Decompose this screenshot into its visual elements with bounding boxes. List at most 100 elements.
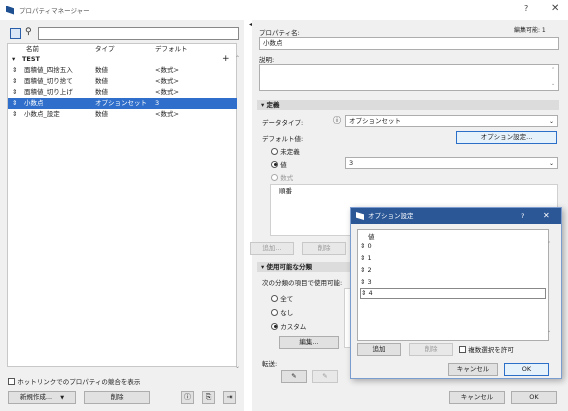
export-icon[interactable]: ⇥ [223,391,236,404]
scroll-down-icon[interactable]: ⌄ [547,328,551,334]
multi-select-checkbox[interactable]: 複数選択を許可 [459,344,514,354]
row-default: <数式> [155,66,179,74]
dialog-ok-button[interactable]: OK [504,363,549,376]
radio-circle[interactable] [271,308,278,316]
cancel-button[interactable]: キャンセル [449,391,505,404]
table-row[interactable]: ⇕ 面積値_切り捨て 数値 <数式> [8,76,237,87]
dialog-delete-button[interactable]: 削除 [409,343,453,356]
dropdown-arrow-icon[interactable]: ▼ [60,395,64,401]
row-type: 数値 [95,110,108,118]
scroll-down-icon[interactable]: ⌄ [551,81,555,87]
option-value-list[interactable]: 値 ⇕ 0 ⇕ 1 ⇕ 2 ⇕ 3 ⇕ 4 [357,229,549,341]
description-textarea[interactable] [259,64,559,91]
available-description: 次の分類の項目で使用可能: [262,279,343,287]
row-type: 数値 [95,88,108,96]
scroll-up-icon[interactable]: ⌃ [235,55,240,62]
radio-formula-label: 数式 [280,174,294,182]
collapse-icon[interactable]: ▾ [12,54,15,65]
scroll-down-icon[interactable]: ⌄ [235,363,240,370]
search-icon[interactable]: ⚲ [25,27,32,37]
group-row[interactable]: ▾ TEST + [8,54,237,65]
new-button-label: 新規作成... [19,393,53,401]
hotlink-conflict-checkbox[interactable]: ホットリンクでのプロパティの競合を表示 [8,376,140,386]
list-item[interactable]: ⇕ 2 [360,265,546,275]
info-icon[interactable]: ⓘ [333,115,341,126]
checkbox-box[interactable] [8,377,15,385]
chevron-down-icon[interactable]: ⌄ [549,116,554,127]
info-icon[interactable]: ⓘ [181,391,194,404]
help-button[interactable]: ? [524,4,528,13]
list-item-editing[interactable]: ⇕ 4 [360,288,546,299]
option-settings-label: オプション設定... [480,133,533,141]
row-default: <数式> [155,110,179,118]
column-header-default[interactable]: デフォルト [155,44,188,54]
transfer-pick-icon[interactable]: ✎ [281,370,307,383]
hotlink-conflict-label: ホットリンクでのプロパティの競合を表示 [17,378,141,386]
drag-handle-icon[interactable]: ⇕ [12,109,17,120]
app-icon [6,5,14,15]
property-name-input[interactable]: 小数点 [259,37,559,50]
datatype-select[interactable]: オプションセット ⌄ [345,115,558,127]
row-default: <数式> [155,88,179,96]
property-list[interactable]: 名前 タイプ デフォルト ▾ TEST + ⇕ 面積値_四捨五入 数値 <数式>… [7,43,237,367]
dialog-title: オプション設定 [368,212,414,220]
close-icon[interactable]: ✕ [551,3,559,14]
delete-option-button[interactable]: 削除 [302,242,346,255]
radio-value[interactable]: 値 [271,159,287,169]
dialog-cancel-button[interactable]: キャンセル [448,363,498,376]
chevron-down-icon[interactable]: ⌄ [549,158,554,169]
delete-property-button[interactable]: 削除 [84,391,150,404]
search-input[interactable] [38,27,239,40]
list-item[interactable]: ⇕ 0 [360,241,546,251]
dialog-help-button[interactable]: ? [521,208,524,224]
option-value: 0 [367,242,372,250]
radio-circle[interactable] [271,322,278,330]
ok-button[interactable]: OK [511,391,557,404]
import-icon[interactable]: ⎘ [202,391,215,404]
table-row[interactable]: ⇕ 面積値_四捨五入 数値 <数式> [8,65,237,76]
table-row[interactable]: ⇕ 小数点_設定 数値 <数式> [8,109,237,120]
drag-handle-icon[interactable]: ⇕ [12,76,17,87]
dialog-add-label: 追加 [372,345,386,353]
scroll-up-icon[interactable]: ⌃ [551,67,555,73]
drag-handle-icon[interactable]: ⇕ [12,98,17,109]
dialog-close-icon[interactable]: ✕ [543,208,550,224]
row-type: 数値 [95,66,108,74]
transfer-inject-icon[interactable]: ✎ [312,370,338,383]
radio-all[interactable]: 全て [271,293,293,303]
checkbox-box[interactable] [459,345,466,353]
edit-status: 編集可能: 1 [514,27,546,34]
table-row[interactable]: ⇕ 面積値_切り上げ 数値 <数式> [8,87,237,98]
row-name: 面積値_切り上げ [24,88,73,96]
row-default: 3 [155,99,160,107]
radio-none[interactable]: なし [271,307,293,317]
add-option-button[interactable]: 追加... [250,242,294,255]
radio-circle[interactable] [271,294,278,302]
table-row-selected[interactable]: ⇕ 小数点 オプションセット 3 [8,98,237,109]
option-settings-button[interactable]: オプション設定... [456,131,557,144]
radio-circle[interactable] [271,160,278,168]
dialog-add-button[interactable]: 追加 [357,343,401,356]
radio-formula[interactable]: 数式 [271,172,293,182]
radio-custom[interactable]: カスタム [271,321,306,331]
radio-undefined[interactable]: 未定義 [271,146,300,156]
scroll-up-icon[interactable]: ⌃ [547,241,551,247]
drag-handle-icon[interactable]: ⇕ [12,87,17,98]
definition-section-header[interactable]: ▾ 定義 [257,100,559,110]
column-header-type[interactable]: タイプ [95,44,115,54]
drag-handle-icon[interactable]: ⇕ [12,65,17,76]
tree-view-icon[interactable] [10,28,21,39]
default-value-select[interactable]: 3 ⌄ [345,157,558,169]
list-item[interactable]: ⇕ 3 [360,277,546,287]
radio-circle[interactable] [271,173,278,181]
radio-none-label: なし [280,309,294,317]
order-column-header: 順番 [279,187,292,195]
edit-classification-button[interactable]: 編集... [279,336,339,349]
default-value-label: デフォルト値: [262,135,304,143]
new-button[interactable]: 新規作成... ▼ [8,391,76,404]
option-value: 1 [367,254,372,262]
add-icon[interactable]: + [222,54,230,65]
column-header-name[interactable]: 名前 [26,44,39,54]
list-item[interactable]: ⇕ 1 [360,253,546,263]
radio-circle[interactable] [271,147,278,155]
